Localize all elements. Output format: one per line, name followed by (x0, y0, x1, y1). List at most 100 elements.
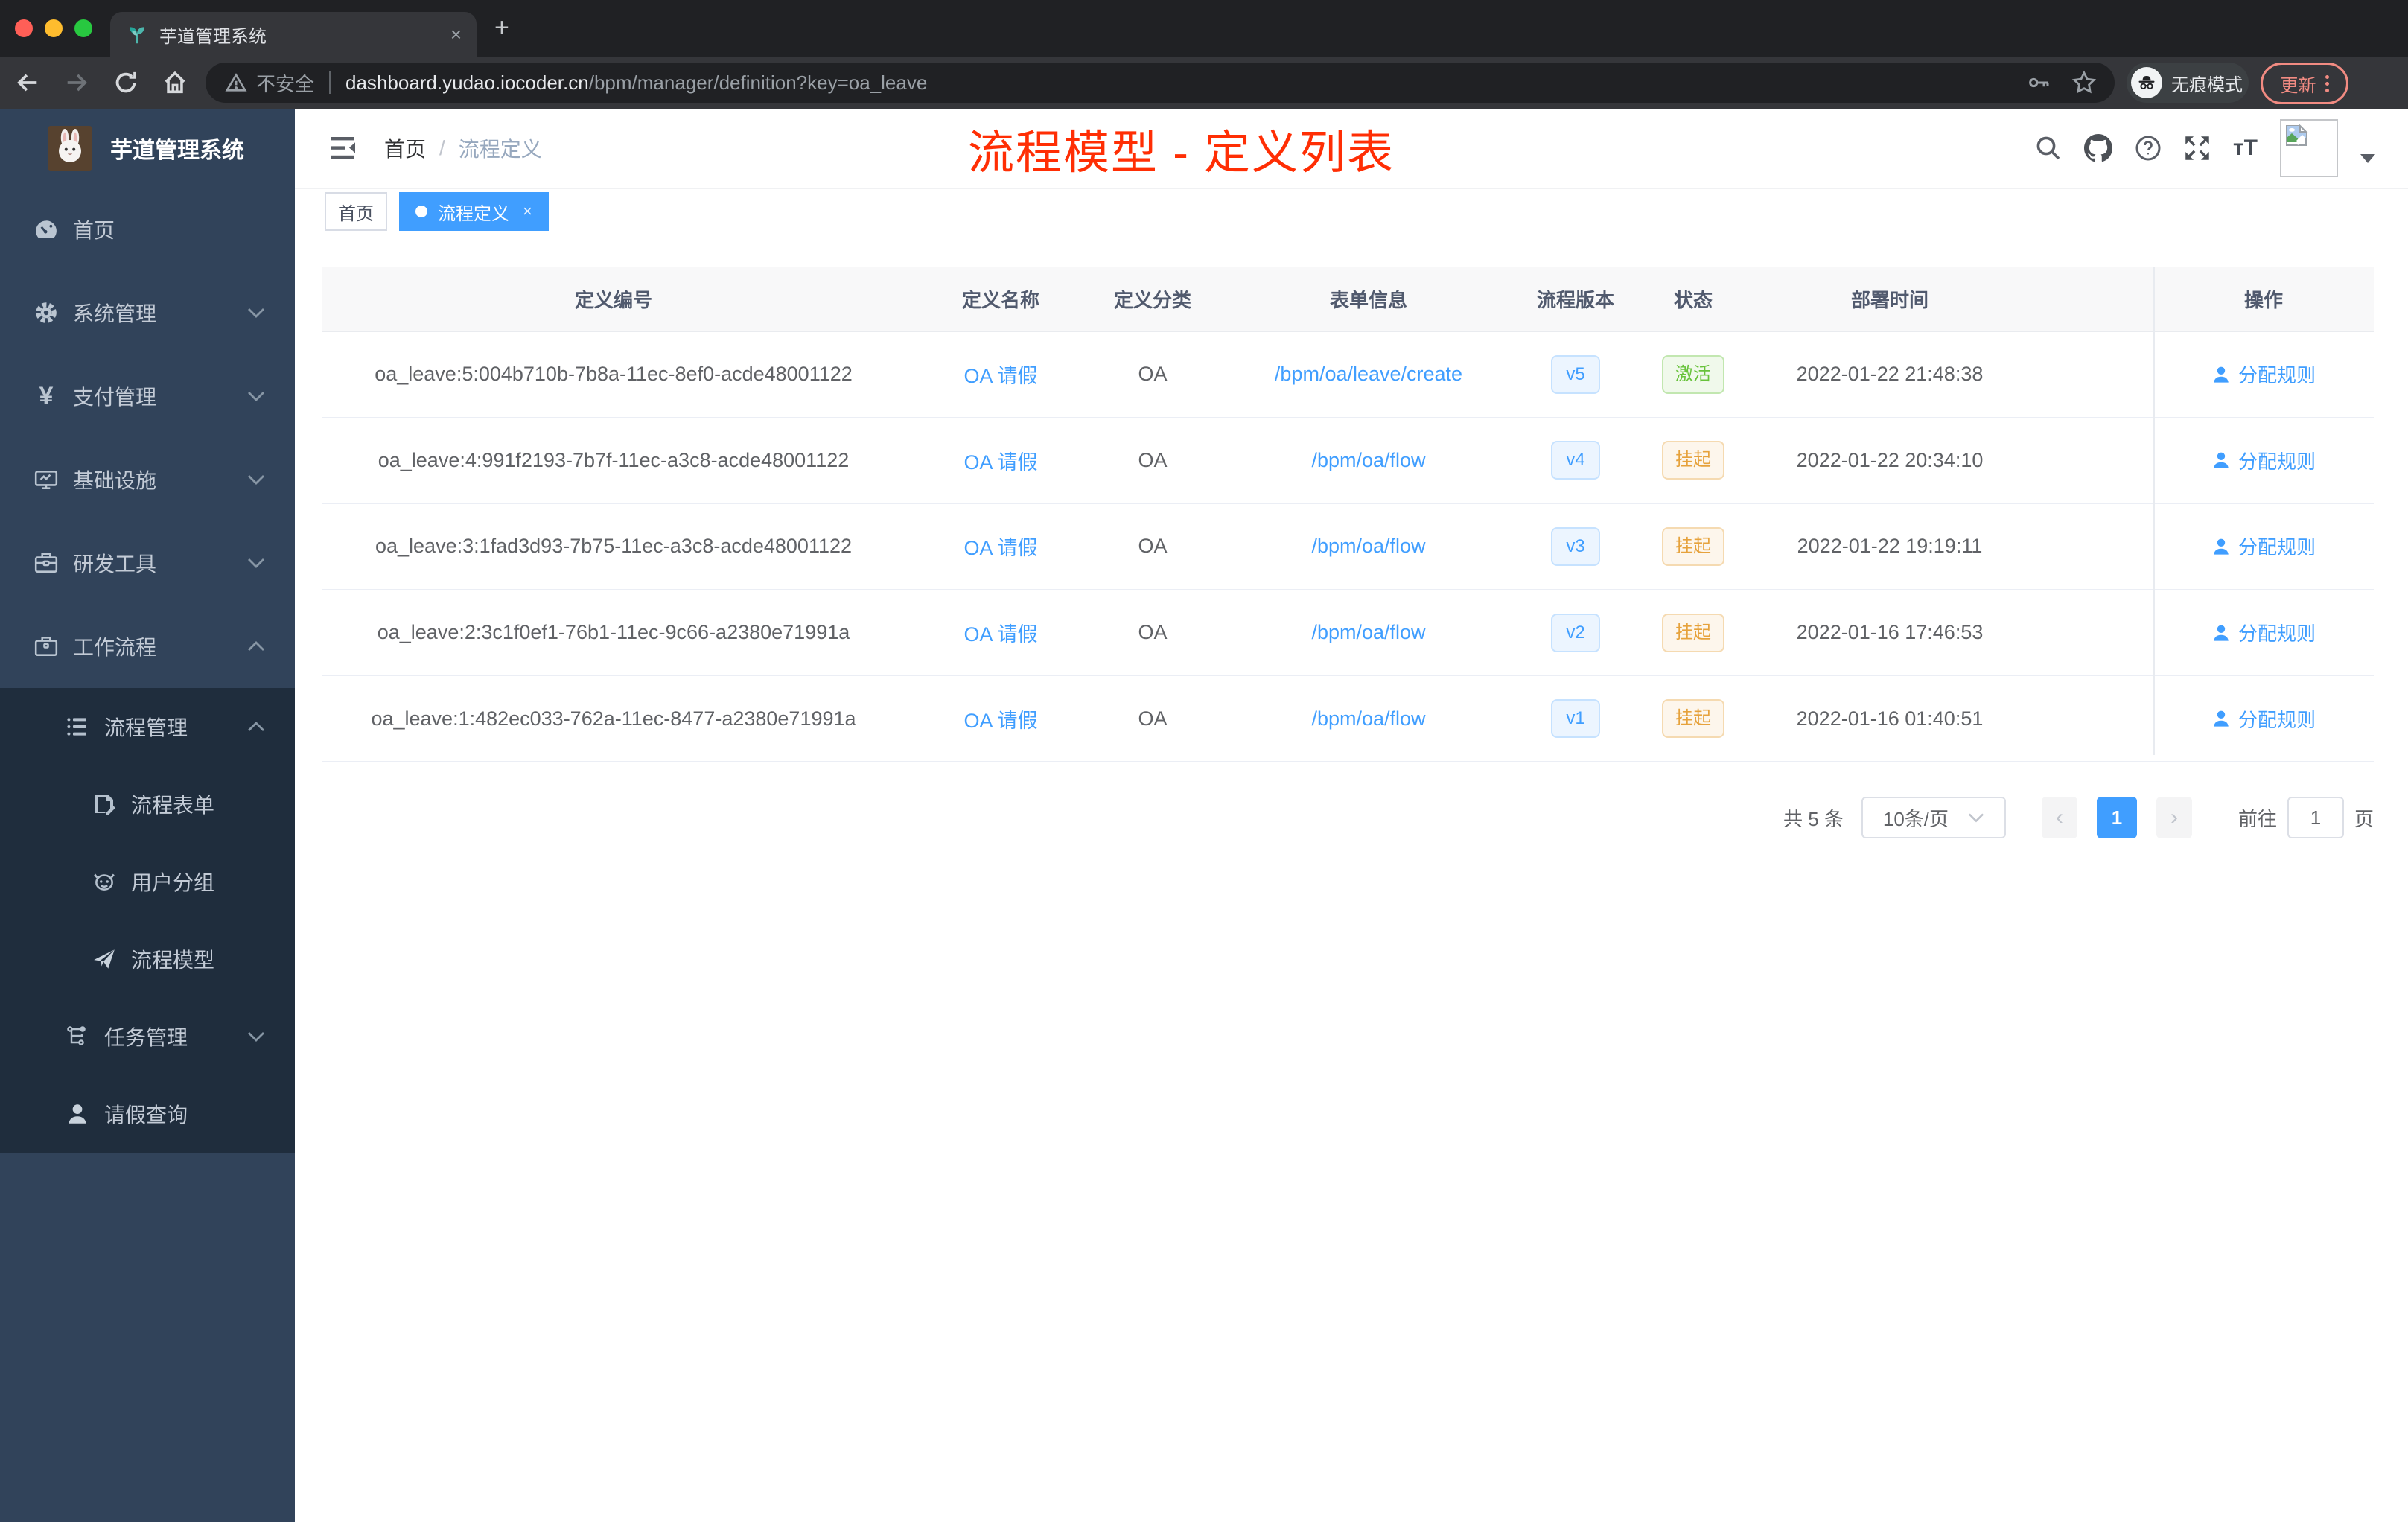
help-icon[interactable] (2135, 135, 2162, 162)
form-link[interactable]: /bpm/oa/leave/create (1275, 363, 1462, 386)
chevron-up-icon (247, 722, 265, 732)
table-row: oa_leave:2:3c1f0ef1-76b1-11ec-9c66-a2380… (322, 590, 2374, 677)
breadcrumb-home[interactable]: 首页 (384, 133, 426, 163)
tag-home[interactable]: 首页 (325, 192, 387, 231)
dashboard-icon (33, 217, 60, 242)
column-header: 定义分类 (1113, 288, 1191, 311)
assign-rule-button[interactable]: 分配规则 (2211, 360, 2316, 388)
page-size-value: 10条/页 (1882, 807, 1949, 830)
tag-label: 首页 (338, 203, 374, 224)
deploy-time: 2022-01-22 20:34:10 (1796, 448, 1984, 471)
font-size-icon[interactable]: ᴛT (2233, 137, 2258, 159)
app-title: 芋道管理系统 (110, 138, 244, 163)
monitor-icon (33, 467, 60, 492)
sidebar-item-user-group[interactable]: 用户分组 (0, 843, 295, 920)
security-label[interactable]: 不安全 (256, 69, 314, 97)
form-link[interactable]: /bpm/oa/flow (1311, 535, 1425, 558)
definition-name-link[interactable]: OA 请假 (963, 446, 1037, 475)
search-icon[interactable] (2035, 135, 2062, 162)
sidebar-toggle-icon[interactable] (331, 137, 357, 159)
back-icon[interactable] (13, 69, 42, 97)
chevron-down-icon (247, 474, 265, 485)
home-icon[interactable] (161, 69, 189, 97)
fullscreen-icon[interactable] (2184, 135, 2211, 162)
omnibox-divider (329, 71, 331, 94)
next-page-button[interactable]: › (2156, 797, 2192, 838)
tab-title: 芋道管理系统 (159, 26, 267, 47)
assign-rule-button[interactable]: 分配规则 (2211, 619, 2316, 646)
status-badge: 挂起 (1662, 699, 1724, 739)
sidebar-item-leave-query[interactable]: 请假查询 (0, 1075, 295, 1153)
definition-id: oa_leave:5:004b710b-7b8a-11ec-8ef0-acde4… (375, 363, 853, 386)
tag-close-icon[interactable]: × (523, 202, 532, 221)
sidebar-item-system[interactable]: 系统管理 (0, 271, 295, 354)
definition-name-link[interactable]: OA 请假 (963, 618, 1037, 647)
briefcase-icon (33, 634, 60, 659)
yen-icon: ¥ (39, 382, 54, 410)
browser-tabstrip: 芋道管理系统 × + (0, 0, 2408, 57)
tab-close-icon[interactable]: × (450, 25, 462, 44)
definition-name-link[interactable]: OA 请假 (963, 704, 1037, 733)
tag-process-definition[interactable]: 流程定义 × (399, 192, 549, 231)
column-header: 部署时间 (1850, 288, 1928, 311)
form-link[interactable]: /bpm/oa/flow (1311, 707, 1425, 730)
window-zoom-button[interactable] (74, 19, 92, 37)
sidebar-item-payment[interactable]: ¥ 支付管理 (0, 354, 295, 438)
forward-icon[interactable] (63, 69, 91, 97)
user-icon (2214, 366, 2229, 383)
assign-rule-button[interactable]: 分配规则 (2211, 447, 2316, 474)
avatar[interactable] (2280, 119, 2338, 177)
definition-category: OA (1138, 448, 1168, 471)
key-icon[interactable] (2027, 71, 2051, 95)
page-title-annotation: 流程模型 - 定义列表 (968, 127, 1395, 179)
sidebar-item-workflow[interactable]: 工作流程 (0, 605, 295, 688)
group-icon (91, 869, 118, 894)
deploy-time: 2022-01-16 17:46:53 (1796, 621, 1984, 644)
browser-menu-icon[interactable] (2325, 74, 2329, 92)
browser-tab[interactable]: 芋道管理系统 × (110, 12, 477, 57)
window-close-button[interactable] (15, 19, 33, 37)
table-row: oa_leave:3:1fad3d93-7b75-11ec-a3c8-acde4… (322, 504, 2374, 590)
sidebar-item-home[interactable]: 首页 (0, 188, 295, 271)
new-tab-button[interactable]: + (494, 13, 509, 42)
status-badge: 激活 (1662, 354, 1724, 394)
page-size-select[interactable]: 10条/页 (1861, 797, 2006, 838)
assign-rule-button[interactable]: 分配规则 (2211, 532, 2316, 560)
update-button[interactable]: 更新 (2261, 63, 2348, 104)
sidebar-logo[interactable]: 芋道管理系统 (0, 109, 295, 188)
prev-page-button[interactable]: ‹ (2041, 797, 2077, 838)
current-page-button[interactable]: 1 (2096, 797, 2137, 838)
form-link[interactable]: /bpm/oa/flow (1311, 449, 1425, 472)
avatar-dropdown-caret-icon[interactable] (2360, 154, 2375, 163)
sidebar-item-infra[interactable]: 基础设施 (0, 438, 295, 521)
version-badge: v5 (1551, 354, 1600, 394)
bookmark-star-icon[interactable] (2071, 70, 2097, 95)
tree-icon (64, 1025, 91, 1048)
goto-page-input[interactable]: 1 (2287, 797, 2344, 838)
status-badge: 挂起 (1662, 526, 1724, 566)
incognito-badge: 无痕模式 (2127, 63, 2249, 103)
form-link[interactable]: /bpm/oa/flow (1311, 621, 1425, 644)
definition-name-link[interactable]: OA 请假 (963, 360, 1037, 389)
definition-name-link[interactable]: OA 请假 (963, 532, 1037, 561)
sidebar-item-task-mgmt[interactable]: 任务管理 (0, 998, 295, 1075)
sidebar-item-process-mgmt[interactable]: 流程管理 (0, 688, 295, 765)
reload-icon[interactable] (112, 69, 140, 97)
list-icon (64, 715, 91, 739)
definition-id: oa_leave:3:1fad3d93-7b75-11ec-a3c8-acde4… (375, 535, 853, 558)
sidebar-item-process-model[interactable]: 流程模型 (0, 920, 295, 998)
address-bar[interactable]: 不安全 dashboard.yudao.iocoder.cn/bpm/manag… (206, 63, 2115, 103)
user-icon (2214, 538, 2229, 555)
github-icon[interactable] (2083, 134, 2112, 162)
assign-rule-button[interactable]: 分配规则 (2211, 705, 2316, 733)
sidebar-item-label: 流程管理 (104, 716, 188, 739)
table-row: oa_leave:4:991f2193-7b7f-11ec-a3c8-acde4… (322, 418, 2374, 505)
column-header: 定义名称 (961, 288, 1039, 311)
form-icon (91, 792, 118, 816)
window-minimize-button[interactable] (45, 19, 63, 37)
version-badge: v2 (1551, 613, 1600, 652)
chevron-down-icon (247, 1031, 265, 1042)
sidebar-item-devtools[interactable]: 研发工具 (0, 521, 295, 605)
update-label: 更新 (2280, 75, 2316, 96)
sidebar-item-process-form[interactable]: 流程表单 (0, 765, 295, 843)
